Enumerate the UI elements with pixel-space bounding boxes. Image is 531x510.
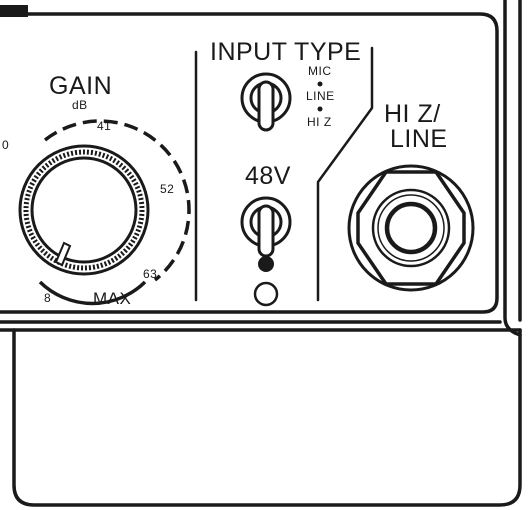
gain-title: GAIN <box>49 72 113 100</box>
gain-scale-52: 52 <box>160 182 175 196</box>
gain-scale-max: MAX <box>93 289 132 308</box>
corner-tab <box>0 5 28 17</box>
audio-interface-front-panel: GAIN dB 0 41 52 8 63 MAX INPUT TYPE MIC … <box>0 0 531 510</box>
input-type-option-mic: MIC <box>308 64 332 78</box>
lower-body-outline <box>12 328 522 507</box>
body-outline <box>503 0 522 337</box>
gain-unit: dB <box>72 98 88 112</box>
led-indicator-icon <box>253 281 279 307</box>
gain-scale-41: 41 <box>97 119 112 133</box>
gain-scale-0: 0 <box>2 138 10 152</box>
phantom-label: 48V <box>245 162 291 190</box>
input-type-switch[interactable] <box>240 72 292 132</box>
input-type-title: INPUT TYPE <box>210 38 362 66</box>
phantom-48v-switch[interactable] <box>240 196 292 272</box>
input-type-option-line: LINE <box>306 89 335 103</box>
gain-knob[interactable] <box>20 146 148 274</box>
hiz-line-label-2: LINE <box>390 125 448 153</box>
hiz-line-label-1: HI Z/ <box>384 100 441 128</box>
hiz-line-jack[interactable] <box>349 166 473 290</box>
gain-scale-8: 8 <box>44 291 52 305</box>
input-type-option-hiz: HI Z <box>307 115 332 129</box>
gain-scale-63: 63 <box>143 267 158 281</box>
